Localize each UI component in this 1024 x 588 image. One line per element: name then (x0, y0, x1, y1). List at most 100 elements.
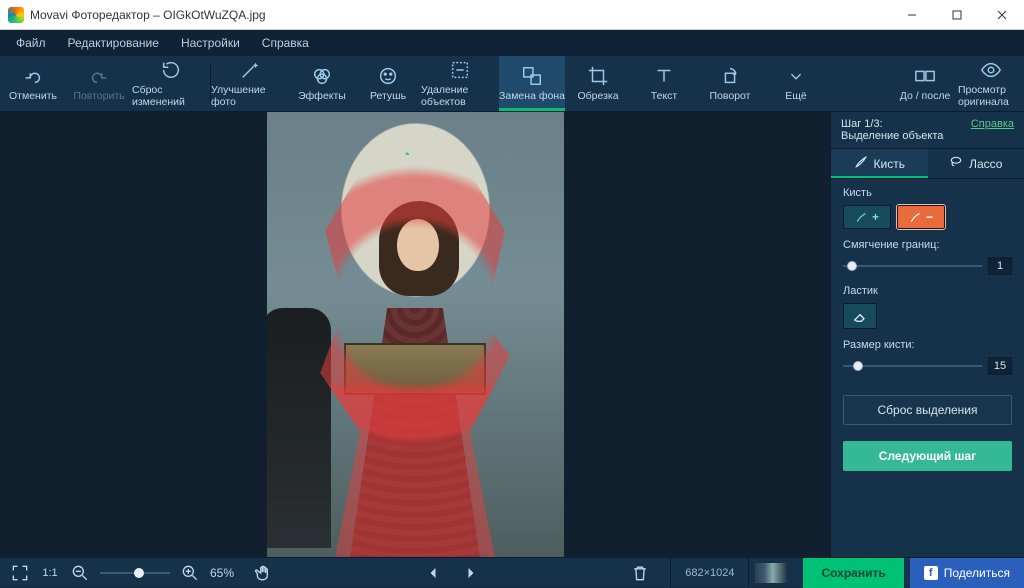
magic-wand-icon (239, 59, 261, 81)
retouch-label: Ретушь (370, 90, 406, 102)
tab-lasso-label: Лассо (969, 157, 1002, 171)
compare-icon (914, 65, 936, 87)
redo-button[interactable]: Повторить (66, 56, 132, 111)
ratio-label: 1:1 (42, 567, 57, 579)
brush-add-button[interactable]: + (843, 205, 891, 229)
actual-size-button[interactable]: 1:1 (40, 563, 60, 583)
side-panel: Шаг 1/3: Выделение объекта Справка Кисть… (830, 112, 1024, 557)
effects-label: Эффекты (298, 90, 346, 102)
tool-tabs: Кисть Лассо (831, 148, 1024, 179)
bg-replace-icon (521, 65, 543, 87)
rotate-icon (719, 65, 741, 87)
reset-changes-button[interactable]: Сброс изменений (132, 56, 210, 111)
redo-icon (88, 65, 110, 87)
undo-icon (22, 65, 44, 87)
soften-label: Смягчение границ: (843, 239, 1012, 251)
canvas-workspace[interactable] (0, 112, 830, 557)
beforeafter-label: До / после (900, 90, 951, 102)
facebook-icon: f (924, 566, 938, 580)
view-original-button[interactable]: Просмотр оригинала (958, 56, 1024, 111)
text-button[interactable]: Текст (631, 56, 697, 111)
brush-section-label: Кисть (843, 187, 1012, 199)
fit-screen-button[interactable] (10, 563, 30, 583)
before-after-button[interactable]: До / после (892, 56, 958, 111)
rotate-label: Поворот (710, 90, 751, 102)
retouch-button[interactable]: Ретушь (355, 56, 421, 111)
soften-value[interactable]: 1 (988, 257, 1012, 275)
face-icon (377, 65, 399, 87)
reset-label: Сброс изменений (132, 84, 210, 108)
brush-size-value[interactable]: 15 (988, 357, 1012, 375)
share-label: Поделиться (944, 566, 1010, 580)
remove-objects-button[interactable]: Удаление объектов (421, 56, 499, 111)
remove-object-icon (449, 59, 471, 81)
status-bar: 1:1 65% 682×1024 Сохранить f Поделиться (0, 557, 1024, 587)
eraser-button[interactable] (843, 303, 877, 329)
delete-button[interactable] (630, 563, 650, 583)
save-button[interactable]: Сохранить (803, 558, 903, 588)
zoom-in-button[interactable] (180, 563, 200, 583)
next-step-button[interactable]: Следующий шаг (843, 441, 1012, 471)
brush-size-slider[interactable] (843, 359, 982, 373)
bgreplace-label: Замена фона (499, 90, 565, 102)
enhance-button[interactable]: Улучшение фото (211, 56, 289, 111)
app-logo-icon (8, 7, 24, 23)
remove-label: Удаление объектов (421, 84, 499, 108)
rotate-button[interactable]: Поворот (697, 56, 763, 111)
crop-label: Обрезка (577, 90, 618, 102)
window-minimize-button[interactable] (889, 1, 934, 29)
effects-icon (311, 65, 333, 87)
menu-help[interactable]: Справка (252, 32, 319, 54)
share-button[interactable]: f Поделиться (910, 558, 1024, 588)
pan-hand-button[interactable] (254, 563, 274, 583)
main-toolbar: Отменить Повторить Сброс изменений Улучш… (0, 56, 1024, 112)
bystander-figure (267, 308, 331, 548)
panel-help-link[interactable]: Справка (971, 118, 1014, 130)
lasso-icon (949, 155, 963, 172)
undo-button[interactable]: Отменить (0, 56, 66, 111)
window-titlebar: Movavi Фоторедактор – OIGkOtWuZQA.jpg (0, 0, 1024, 30)
menu-file[interactable]: Файл (6, 32, 56, 54)
brush-size-label: Размер кисти: (843, 339, 1012, 351)
reset-selection-button[interactable]: Сброс выделения (843, 395, 1012, 425)
menu-bar: Файл Редактирование Настройки Справка (0, 30, 1024, 56)
next-image-button[interactable] (461, 563, 481, 583)
text-icon (653, 65, 675, 87)
refresh-icon (160, 59, 182, 81)
histogram-thumbnail[interactable] (755, 563, 787, 583)
more-button[interactable]: Ещё (763, 56, 829, 111)
enhance-label: Улучшение фото (211, 84, 289, 108)
eraser-label: Ластик (843, 285, 1012, 297)
background-replace-button[interactable]: Замена фона (499, 56, 565, 111)
crop-icon (587, 65, 609, 87)
text-label: Текст (651, 90, 677, 102)
eye-icon (980, 59, 1002, 81)
step-subtitle: Выделение объекта (841, 130, 943, 142)
redo-label: Повторить (73, 90, 124, 102)
image-dimensions: 682×1024 (670, 558, 749, 588)
edited-photo[interactable] (267, 112, 564, 557)
zoom-level: 65% (210, 566, 234, 580)
tab-brush-label: Кисть (874, 157, 905, 171)
window-title: Movavi Фоторедактор – OIGkOtWuZQA.jpg (30, 8, 266, 22)
minus-icon: − (926, 210, 933, 224)
prev-image-button[interactable] (423, 563, 443, 583)
menu-edit[interactable]: Редактирование (58, 32, 169, 54)
window-close-button[interactable] (979, 1, 1024, 29)
undo-label: Отменить (9, 90, 57, 102)
more-label: Ещё (785, 90, 806, 102)
plus-icon: + (872, 210, 879, 224)
window-maximize-button[interactable] (934, 1, 979, 29)
tab-lasso[interactable]: Лассо (928, 149, 1024, 179)
step-indicator: Шаг 1/3: (841, 118, 943, 130)
effects-button[interactable]: Эффекты (289, 56, 355, 111)
brush-icon (854, 155, 868, 172)
soften-slider[interactable] (843, 259, 982, 273)
tab-brush[interactable]: Кисть (831, 149, 928, 179)
menu-settings[interactable]: Настройки (171, 32, 250, 54)
zoom-slider[interactable] (100, 566, 170, 580)
brush-subtract-button[interactable]: − (897, 205, 945, 229)
original-label: Просмотр оригинала (958, 84, 1024, 108)
crop-button[interactable]: Обрезка (565, 56, 631, 111)
zoom-out-button[interactable] (70, 563, 90, 583)
